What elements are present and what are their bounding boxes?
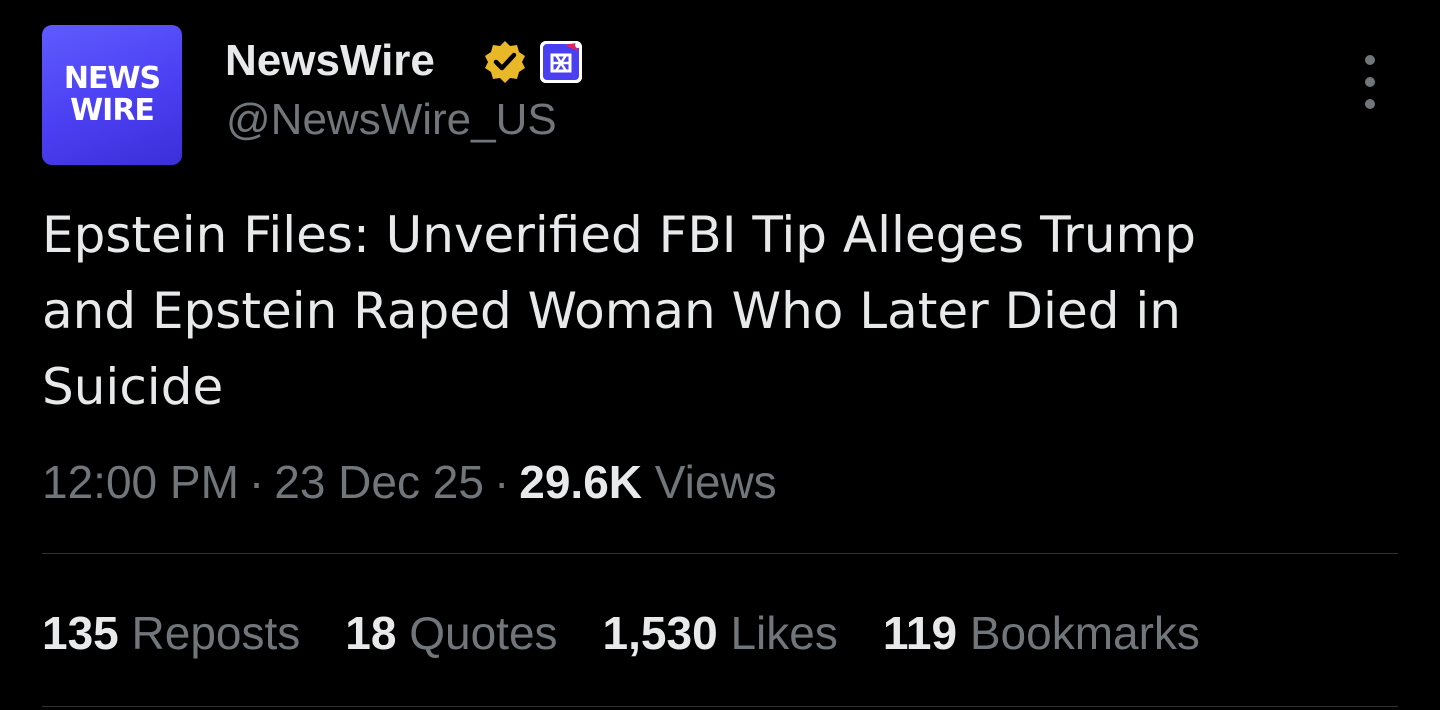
divider [42,553,1398,554]
views-label: Views [654,456,777,508]
account-handle[interactable]: @NewsWire_US [226,95,557,145]
engagement-stats: 135 Reposts 18 Quotes 1,530 Likes 119 Bo… [42,603,1245,663]
avatar-text-news: NEWS [63,61,161,96]
account-avatar[interactable]: NEWS WIRE [42,25,182,165]
more-vertical-icon [1365,55,1375,65]
account-display-name[interactable]: NewsWire [225,36,435,86]
reposts-label: Reposts [131,607,301,659]
bookmarks-stat[interactable]: 119 Bookmarks [883,603,1200,663]
affiliate-badge-icon[interactable] [540,41,582,83]
verified-badge-icon[interactable] [481,38,529,86]
views-count: 29.6K [519,456,643,508]
bookmarks-label: Bookmarks [969,607,1200,659]
tweet-text: Epstein Files: Unverified FBI Tip Allege… [42,206,1196,416]
bookmarks-count: 119 [882,607,958,659]
reposts-count: 135 [42,607,119,659]
more-vertical-icon [1365,99,1375,109]
reposts-stat[interactable]: 135 Reposts [42,603,300,663]
likes-count: 1,530 [602,607,718,659]
likes-stat[interactable]: 1,530 Likes [603,603,838,663]
more-vertical-icon [1365,77,1375,87]
quotes-label: Quotes [409,607,558,659]
tweet-time[interactable]: 12:00 PM [42,456,239,508]
quotes-stat[interactable]: 18 Quotes [345,603,557,663]
avatar-text-wire: WIRE [70,93,155,128]
likes-label: Likes [730,607,838,659]
tweet-metadata: 12:00 PM · 23 Dec 25 · 29.6K Views [42,452,777,512]
quotes-count: 18 [345,607,397,659]
more-options-button[interactable] [1350,55,1390,109]
meta-separator: · [248,456,265,508]
meta-separator: · [493,456,510,508]
tweet-date[interactable]: 23 Dec 25 [274,456,484,508]
divider [42,706,1398,707]
